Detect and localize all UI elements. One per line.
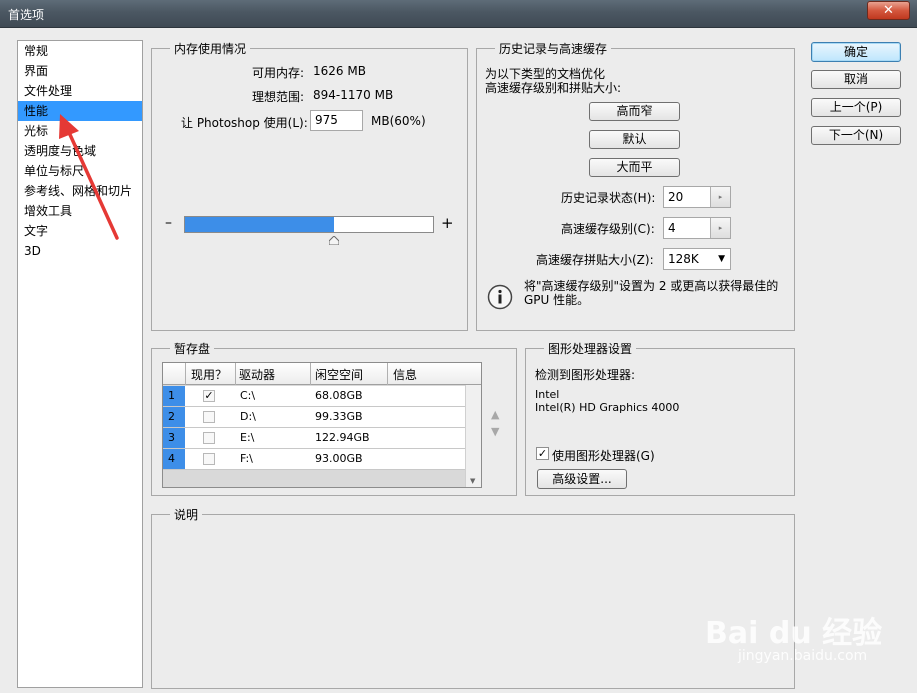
baidu-watermark-url: jingyan.baidu.com [738, 648, 868, 664]
memory-slider-thumb[interactable] [329, 236, 339, 245]
gpu-model: Intel(R) HD Graphics 4000 [535, 401, 680, 414]
baidu-watermark: Bai du 经验 [705, 616, 883, 651]
active-checkbox[interactable] [203, 453, 215, 465]
table-row[interactable]: 4 F:\ 93.00GB [163, 449, 465, 470]
row-number: 3 [163, 428, 185, 448]
column-free-space[interactable]: 闲空空间 [315, 366, 363, 383]
column-divider [235, 363, 236, 385]
cancel-button[interactable]: 取消 [811, 70, 901, 89]
description-group: 说明 [151, 506, 795, 689]
move-down-arrow-icon[interactable]: ▼ [491, 425, 499, 438]
tile-size-label: 高速缓存拼贴大小(Z): [536, 253, 654, 267]
memory-use-input[interactable]: 975 [310, 110, 363, 131]
available-memory-value: 1626 MB [313, 64, 366, 78]
memory-usage-legend: 内存使用情况 [170, 40, 251, 57]
description-legend: 说明 [170, 506, 203, 523]
close-button[interactable]: ✕ [867, 1, 910, 20]
use-gpu-checkbox[interactable]: ✓ [536, 447, 549, 460]
window-title: 首选项 [8, 8, 45, 22]
tile-size-value: 128K [668, 252, 699, 266]
next-button[interactable]: 下一个(N) [811, 126, 901, 145]
row-number: 4 [163, 449, 185, 469]
gpu-detected-label: 检测到图形处理器: [535, 368, 636, 382]
previous-button[interactable]: 上一个(P) [811, 98, 901, 117]
optimize-desc-line2: 高速缓存级别和拼贴大小: [485, 81, 622, 95]
photoshop-use-label: 让 Photoshop 使用(L): [181, 116, 308, 130]
available-memory-label: 可用内存: [252, 66, 305, 80]
sidebar-item-interface[interactable]: 界面 [18, 61, 142, 81]
row-number: 1 [163, 386, 185, 406]
table-scrollbar[interactable]: ▼ [465, 385, 481, 487]
column-divider [387, 363, 388, 385]
default-cache-button[interactable]: 默认 [589, 130, 680, 149]
sidebar-item-general[interactable]: 常规 [18, 41, 142, 61]
column-drive[interactable]: 驱动器 [239, 366, 275, 383]
move-up-arrow-icon[interactable]: ▲ [491, 408, 499, 421]
gpu-vendor: Intel [535, 388, 560, 401]
free-space-cell: 122.94GB [315, 431, 370, 444]
cache-levels-label: 高速缓存级别(C): [561, 222, 655, 236]
memory-slider-track[interactable] [184, 216, 434, 233]
column-divider [310, 363, 311, 385]
free-space-cell: 68.08GB [315, 389, 363, 402]
gpu-settings-legend: 图形处理器设置 [544, 340, 637, 357]
memory-slider-fill [185, 217, 334, 232]
scroll-down-icon[interactable]: ▼ [470, 477, 475, 485]
tile-size-select[interactable]: 128K ▼ [663, 248, 731, 270]
drive-cell: C:\ [240, 389, 256, 402]
info-icon [487, 284, 513, 310]
advanced-settings-button[interactable]: 高级设置... [537, 469, 627, 489]
big-flat-button[interactable]: 大而平 [589, 158, 680, 177]
table-row[interactable]: 2 D:\ 99.33GB [163, 407, 465, 428]
scratch-disks-legend: 暂存盘 [170, 340, 215, 357]
row-number: 2 [163, 407, 185, 427]
history-states-label: 历史记录状态(H): [561, 191, 656, 205]
ideal-range-label: 理想范围: [252, 90, 305, 104]
use-gpu-label[interactable]: 使用图形处理器(G) [552, 447, 655, 464]
title-bar: 首选项 ✕ [0, 0, 917, 28]
table-row[interactable]: 1 ✓ C:\ 68.08GB [163, 386, 465, 407]
tall-thin-button[interactable]: 高而窄 [589, 102, 680, 121]
scratch-disk-table: 现用？ 驱动器 闲空空间 信息 1 ✓ C:\ 68.08GB 2 D:\ 99… [162, 362, 482, 488]
active-checkbox[interactable] [203, 432, 215, 444]
cache-levels-spin-icon[interactable]: ▸ [710, 218, 730, 238]
memory-usage-group: 内存使用情况 [151, 40, 468, 331]
column-divider [185, 363, 186, 385]
gpu-hint-line2: GPU 性能。 [524, 293, 590, 307]
column-active[interactable]: 现用？ [191, 366, 227, 383]
drive-cell: E:\ [240, 431, 255, 444]
active-checkbox[interactable]: ✓ [203, 390, 215, 402]
slider-minus-icon[interactable]: – [165, 215, 172, 231]
drive-cell: F:\ [240, 452, 253, 465]
sidebar-item-file-handling[interactable]: 文件处理 [18, 81, 142, 101]
slider-plus-icon[interactable]: + [441, 214, 454, 232]
history-cache-legend: 历史记录与高速缓存 [495, 40, 612, 57]
drive-cell: D:\ [240, 410, 256, 423]
free-space-cell: 99.33GB [315, 410, 363, 423]
history-states-spin-icon[interactable]: ▸ [710, 187, 730, 207]
annotation-arrow-icon [59, 114, 119, 240]
memory-percent-label: MB(60%) [371, 114, 426, 128]
scratch-table-header: 现用？ 驱动器 闲空空间 信息 [163, 363, 481, 385]
table-row[interactable]: 3 E:\ 122.94GB [163, 428, 465, 449]
active-checkbox[interactable] [203, 411, 215, 423]
free-space-cell: 93.00GB [315, 452, 363, 465]
column-info[interactable]: 信息 [393, 366, 417, 383]
ok-button[interactable]: 确定 [811, 42, 901, 62]
chevron-down-icon: ▼ [718, 254, 725, 264]
ideal-range-value: 894-1170 MB [313, 88, 394, 102]
